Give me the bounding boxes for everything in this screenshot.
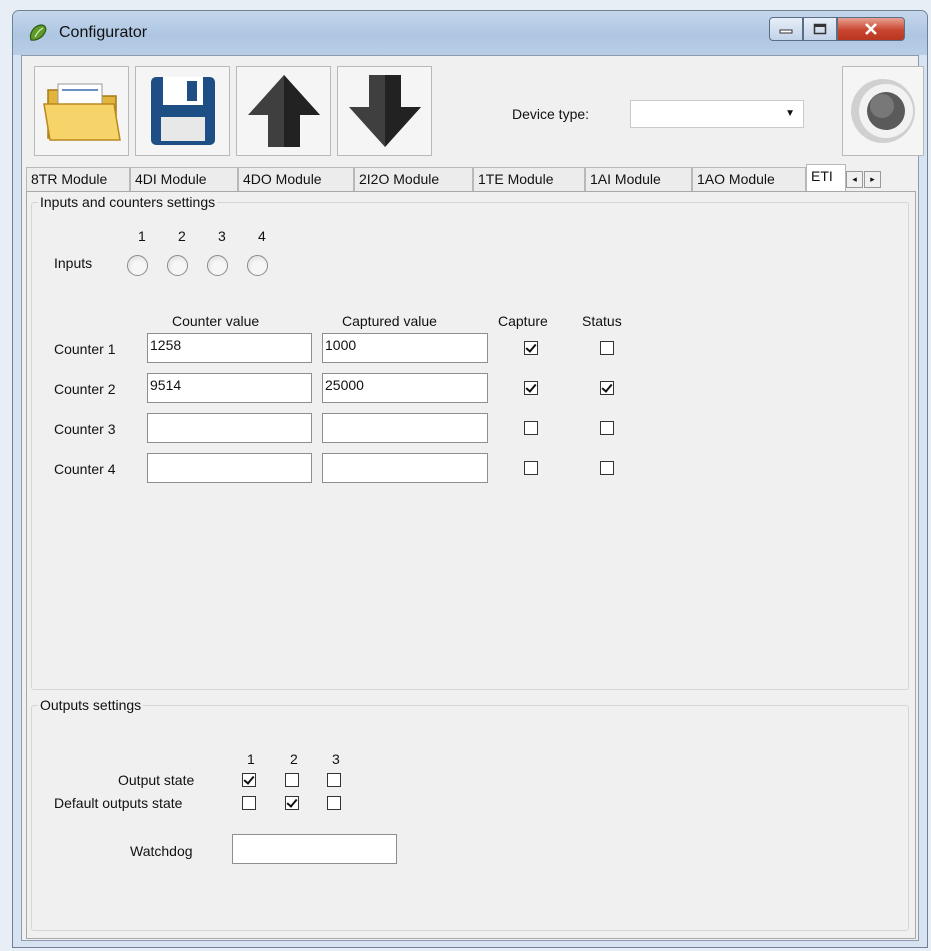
input-number-2: 2 <box>178 228 186 244</box>
capture-header: Capture <box>498 313 548 329</box>
counter-3-status-checkbox[interactable] <box>600 421 614 435</box>
status-header: Status <box>582 313 622 329</box>
close-icon <box>865 23 877 35</box>
output-number-3: 3 <box>332 751 340 767</box>
input-number-1: 1 <box>138 228 146 244</box>
input-indicator-1 <box>127 255 148 276</box>
input-indicator-3 <box>207 255 228 276</box>
default-state-3-checkbox[interactable] <box>327 796 341 810</box>
output-state-1-checkbox[interactable] <box>242 773 256 787</box>
close-button[interactable] <box>837 17 905 41</box>
input-number-4: 4 <box>258 228 266 244</box>
outputs-title: Outputs settings <box>38 697 144 713</box>
inputs-counters-group: Inputs and counters settings 1 2 3 4 Inp… <box>31 194 909 690</box>
dropdown-arrow-icon: ▼ <box>785 108 795 119</box>
output-state-2-checkbox[interactable] <box>285 773 299 787</box>
download-button[interactable] <box>337 66 432 156</box>
window-title: Configurator <box>59 24 148 41</box>
tab-4do-module[interactable]: 4DO Module <box>238 167 354 191</box>
maximize-icon <box>813 23 827 35</box>
tab-eti[interactable]: ETI <box>806 164 846 192</box>
minimize-icon <box>779 29 793 34</box>
captured-value-header: Captured value <box>342 313 437 329</box>
tab-8tr-module[interactable]: 8TR Module <box>26 167 130 191</box>
inputs-label: Inputs <box>54 255 93 271</box>
input-indicator-2 <box>167 255 188 276</box>
counter-4-captured-field[interactable] <box>322 453 488 483</box>
default-state-1-checkbox[interactable] <box>242 796 256 810</box>
output-state-label: Output state <box>118 772 195 788</box>
configurator-window: Configurator Device type: ▼ 8TR Module 4… <box>12 10 928 948</box>
watchdog-field[interactable] <box>232 834 397 864</box>
tab-scroll-left-button[interactable]: ◂ <box>846 171 863 188</box>
arrow-down-icon <box>348 75 421 147</box>
counter-1-status-checkbox[interactable] <box>600 341 614 355</box>
counter-2-captured-field[interactable]: 25000 <box>322 373 488 403</box>
open-button[interactable] <box>34 66 129 156</box>
eti-tab-page: Inputs and counters settings 1 2 3 4 Inp… <box>26 191 916 939</box>
counter-1-captured-field[interactable]: 1000 <box>322 333 488 363</box>
tab-2i2o-module[interactable]: 2I2O Module <box>354 167 473 191</box>
inputs-counters-title: Inputs and counters settings <box>38 194 218 210</box>
record-icon <box>851 79 915 143</box>
default-state-2-checkbox[interactable] <box>285 796 299 810</box>
counter-3-label: Counter 3 <box>54 421 116 437</box>
counter-4-status-checkbox[interactable] <box>600 461 614 475</box>
counter-1-label: Counter 1 <box>54 341 116 357</box>
counter-4-capture-checkbox[interactable] <box>524 461 538 475</box>
outputs-group: Outputs settings 1 2 3 Output state Defa… <box>31 697 909 931</box>
tab-1ao-module[interactable]: 1AO Module <box>692 167 806 191</box>
counter-1-capture-checkbox[interactable] <box>524 341 538 355</box>
tab-scroll-right-button[interactable]: ▸ <box>864 171 881 188</box>
app-icon <box>29 24 47 41</box>
counter-2-capture-checkbox[interactable] <box>524 381 538 395</box>
title-bar: Configurator <box>13 11 927 55</box>
counter-1-value-field[interactable]: 1258 <box>147 333 312 363</box>
input-indicator-4 <box>247 255 268 276</box>
counter-2-label: Counter 2 <box>54 381 116 397</box>
output-number-2: 2 <box>290 751 298 767</box>
input-number-3: 3 <box>218 228 226 244</box>
counter-3-value-field[interactable] <box>147 413 312 443</box>
counter-4-value-field[interactable] <box>147 453 312 483</box>
counter-4-label: Counter 4 <box>54 461 116 477</box>
module-tabs: 8TR Module 4DI Module 4DO Module 2I2O Mo… <box>26 164 920 192</box>
counter-2-status-checkbox[interactable] <box>600 381 614 395</box>
watchdog-label: Watchdog <box>130 843 193 859</box>
counter-2-value-field[interactable]: 9514 <box>147 373 312 403</box>
minimize-button[interactable] <box>769 17 803 41</box>
upload-button[interactable] <box>236 66 331 156</box>
tab-4di-module[interactable]: 4DI Module <box>130 167 238 191</box>
floppy-disk-icon <box>150 77 215 145</box>
folder-open-icon <box>42 83 121 141</box>
output-state-3-checkbox[interactable] <box>327 773 341 787</box>
tab-1te-module[interactable]: 1TE Module <box>473 167 585 191</box>
output-number-1: 1 <box>247 751 255 767</box>
save-button[interactable] <box>135 66 230 156</box>
arrow-up-icon <box>247 75 320 147</box>
device-type-label: Device type: <box>512 106 590 122</box>
record-button[interactable] <box>842 66 924 156</box>
client-area: Device type: ▼ 8TR Module 4DI Module 4DO… <box>21 55 924 941</box>
tab-1ai-module[interactable]: 1AI Module <box>585 167 692 191</box>
counter-value-header: Counter value <box>172 313 260 329</box>
default-outputs-state-label: Default outputs state <box>54 795 183 811</box>
counter-3-capture-checkbox[interactable] <box>524 421 538 435</box>
counter-3-captured-field[interactable] <box>322 413 488 443</box>
device-type-select[interactable]: ▼ <box>630 100 804 128</box>
maximize-button[interactable] <box>803 17 837 41</box>
